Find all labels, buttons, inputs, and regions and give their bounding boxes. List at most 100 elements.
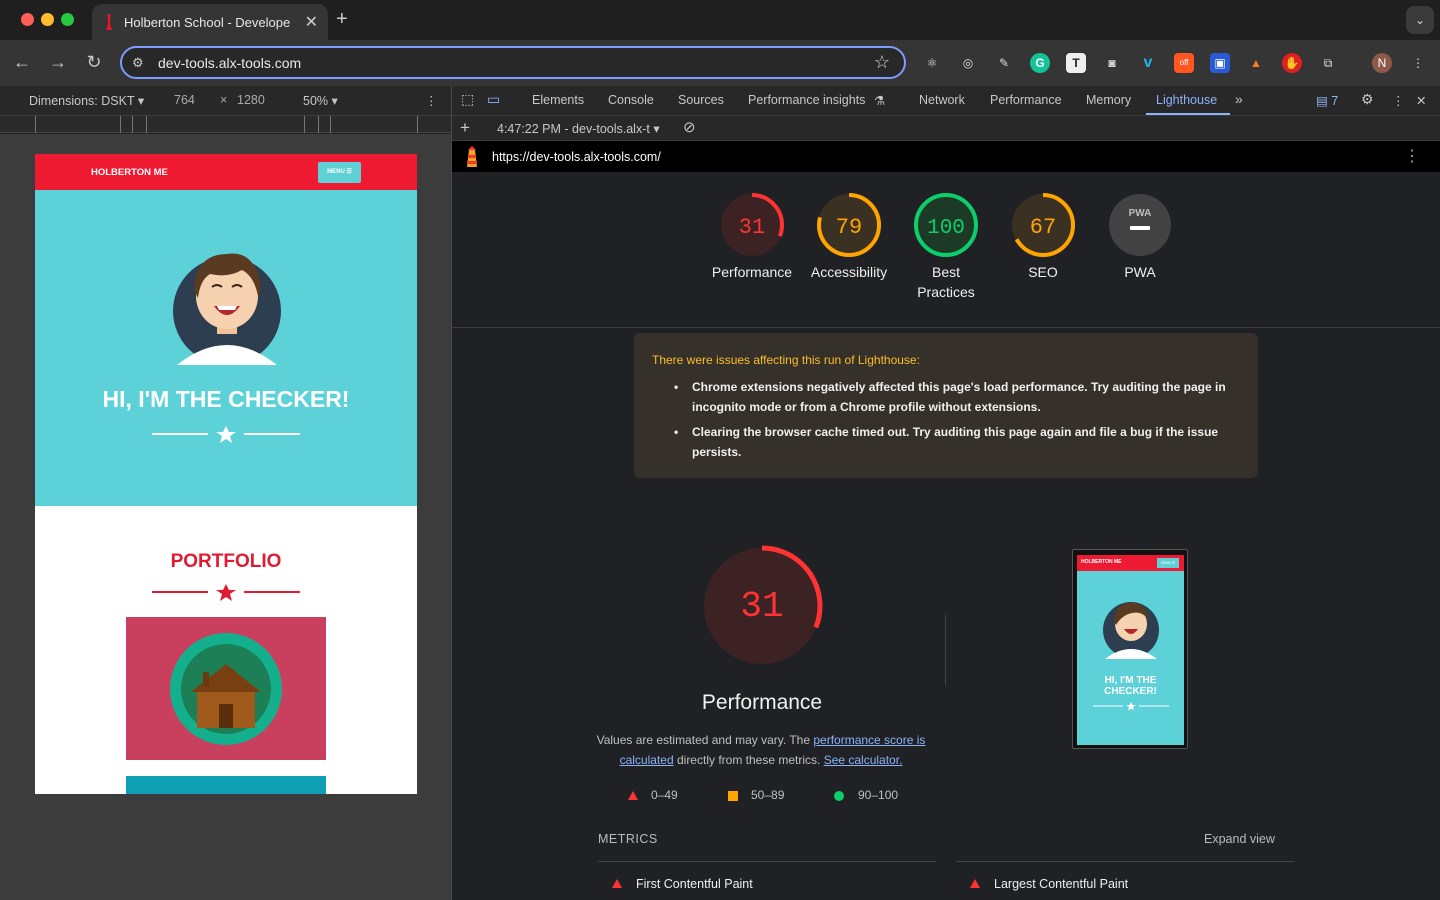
shot-navbar: HOLBERTON ME MENU ☰ xyxy=(1077,555,1184,571)
shot-menu: MENU ☰ xyxy=(1157,558,1179,568)
divider xyxy=(452,327,1440,328)
profile-avatar[interactable]: N xyxy=(1372,53,1392,73)
back-arrow-icon[interactable]: ← xyxy=(11,52,33,73)
site-brand[interactable]: HOLBERTON ME xyxy=(91,167,168,178)
fail-triangle-icon xyxy=(628,791,638,800)
flask-icon: ⚗ xyxy=(874,94,886,108)
close-window-button[interactable] xyxy=(21,13,34,26)
screen-capture-icon[interactable]: ▣ xyxy=(1210,53,1230,73)
more-tabs-icon[interactable]: » xyxy=(1235,91,1243,107)
new-report-icon[interactable]: + xyxy=(460,118,470,138)
forward-arrow-icon[interactable]: → xyxy=(47,52,69,73)
divider xyxy=(598,861,936,862)
report-menu-icon[interactable]: ⋮ xyxy=(1404,146,1420,166)
tab-performance-insights[interactable]: Performance insights xyxy=(748,93,865,107)
stop-hand-icon[interactable]: ✋ xyxy=(1282,53,1302,73)
report-url[interactable]: https://dev-tools.alx-tools.com/ xyxy=(492,150,661,164)
report-select[interactable]: 4:47:22 PM - dev-tools.alx-t ▾ xyxy=(497,121,660,136)
react-devtools-icon[interactable]: ⚛ xyxy=(922,53,942,73)
shot-divider-star-icon xyxy=(1093,702,1169,711)
tab-title: Holberton School - Develope xyxy=(124,15,291,30)
score-gauge-pwa[interactable]: PWA PWA xyxy=(1092,192,1188,282)
expand-view-toggle[interactable]: Expand view xyxy=(1204,832,1275,846)
lighthouse-icon[interactable]: ▲ xyxy=(1246,53,1266,73)
maximize-window-button[interactable] xyxy=(61,13,74,26)
site-navbar: HOLBERTON ME MENU ☰ xyxy=(35,154,417,190)
portfolio-card[interactable] xyxy=(126,617,326,760)
device-dimensions-select[interactable]: Dimensions: DSKT ▾ xyxy=(29,93,144,108)
final-screenshot[interactable]: HOLBERTON ME MENU ☰ HI, I'M THE CHECKER! xyxy=(1072,549,1188,749)
emulated-page[interactable]: HOLBERTON ME MENU ☰ HI, I'M THE CHECKER!… xyxy=(35,154,417,794)
see-calculator-link[interactable]: See calculator. xyxy=(824,753,903,767)
gauge-score: 31 xyxy=(739,215,765,240)
pwa-dash xyxy=(1130,226,1150,230)
active-tab-indicator xyxy=(1146,113,1230,115)
camera-icon[interactable]: ◙ xyxy=(1102,53,1122,73)
device-options-icon[interactable]: ⋮ xyxy=(425,93,438,108)
notion-icon[interactable]: T xyxy=(1066,53,1086,73)
browser-tab[interactable]: Holberton School - Develope ✕ xyxy=(92,4,328,40)
devtools-menu-icon[interactable]: ⋮ xyxy=(1392,93,1405,108)
score-gauge-seo[interactable]: 67 SEO xyxy=(995,192,1091,282)
tab-performance[interactable]: Performance xyxy=(990,93,1062,107)
settings-gear-icon[interactable]: ⚙ xyxy=(1361,91,1374,108)
device-viewport-area: HOLBERTON ME MENU ☰ HI, I'M THE CHECKER!… xyxy=(0,134,452,900)
portfolio-heading: PORTFOLIO xyxy=(170,551,282,572)
tab-console[interactable]: Console xyxy=(608,93,654,107)
warning-list: Chrome extensions negatively affected th… xyxy=(674,377,1234,467)
bookmark-star-icon[interactable]: ☆ xyxy=(874,52,890,73)
tab-search-chevron-icon[interactable]: ⌄ xyxy=(1406,6,1434,34)
address-url[interactable]: dev-tools.alx-tools.com xyxy=(158,55,301,71)
extension-off-icon[interactable]: off xyxy=(1174,53,1194,73)
device-height-input[interactable]: 1280 xyxy=(237,93,265,107)
average-square-icon xyxy=(728,791,738,801)
shot-avatar xyxy=(1103,602,1159,659)
clear-reports-icon[interactable]: ⊘ xyxy=(683,118,696,136)
minimize-window-button[interactable] xyxy=(41,13,54,26)
media-query-ruler xyxy=(0,116,452,133)
shot-hero: HI, I'M THE CHECKER! xyxy=(1077,571,1184,745)
new-tab-icon[interactable]: + xyxy=(336,8,348,31)
color-picker-icon[interactable]: ✎ xyxy=(994,53,1014,73)
performance-title: Performance xyxy=(701,691,823,714)
title-bar: Holberton School - Develope ✕ + ⌄ xyxy=(0,0,1440,40)
target-extension-icon[interactable]: ◎ xyxy=(958,53,978,73)
warning-box: There were issues affecting this run of … xyxy=(634,333,1258,478)
inspect-element-icon[interactable]: ⬚ xyxy=(461,91,474,108)
grammarly-icon[interactable]: G xyxy=(1030,53,1050,73)
address-bar[interactable]: ⚙ dev-tools.alx-tools.com ☆ xyxy=(120,46,906,79)
tab-sources[interactable]: Sources xyxy=(678,93,724,107)
portfolio-divider-star-icon xyxy=(152,584,300,601)
reload-icon[interactable]: ↻ xyxy=(83,52,105,73)
gauge-label: PWA xyxy=(1124,264,1156,280)
desc-text: Values are estimated and may vary. The xyxy=(596,733,814,747)
device-width-input[interactable]: 764 xyxy=(174,93,195,107)
site-menu-button[interactable]: MENU ☰ xyxy=(318,162,361,183)
device-toggle-icon[interactable]: ▭ xyxy=(487,91,500,108)
tab-lighthouse[interactable]: Lighthouse xyxy=(1156,93,1217,107)
devtools-bar: Dimensions: DSKT ▾ 764 × 1280 50% ▾ ⋮ ⬚ … xyxy=(0,86,1440,116)
vimeo-icon[interactable]: v xyxy=(1138,53,1158,73)
close-tab-icon[interactable]: ✕ xyxy=(305,12,318,32)
score-gauge-best-practices[interactable]: 100 Best Practices xyxy=(898,192,994,302)
issues-counter[interactable]: ▤ 7 xyxy=(1316,93,1338,108)
zoom-select[interactable]: 50% ▾ xyxy=(303,93,338,108)
portfolio-card[interactable] xyxy=(126,776,326,794)
extensions-puzzle-icon[interactable]: ⧉ xyxy=(1318,53,1338,73)
site-hello-heading: HI, I'M THE CHECKER! xyxy=(102,386,350,412)
warning-item: Chrome extensions negatively affected th… xyxy=(674,377,1234,417)
close-devtools-icon[interactable]: ✕ xyxy=(1416,93,1426,108)
browser-menu-icon[interactable]: ⋮ xyxy=(1408,53,1428,73)
tab-elements[interactable]: Elements xyxy=(532,93,584,107)
tab-memory[interactable]: Memory xyxy=(1086,93,1131,107)
desc-text: directly from these metrics. xyxy=(673,753,824,767)
pass-circle-icon xyxy=(834,791,844,801)
metric-first-contentful-paint[interactable]: First Contentful Paint xyxy=(636,877,753,891)
score-gauge-performance[interactable]: 31 Performance xyxy=(704,192,800,282)
score-gauge-accessibility[interactable]: 79 Accessibility xyxy=(801,192,897,282)
gauge-label: SEO xyxy=(1028,264,1058,280)
divider xyxy=(956,861,1294,862)
tab-network[interactable]: Network xyxy=(919,93,965,107)
site-settings-icon[interactable]: ⚙ xyxy=(132,55,144,71)
metric-largest-contentful-paint[interactable]: Largest Contentful Paint xyxy=(994,877,1128,891)
